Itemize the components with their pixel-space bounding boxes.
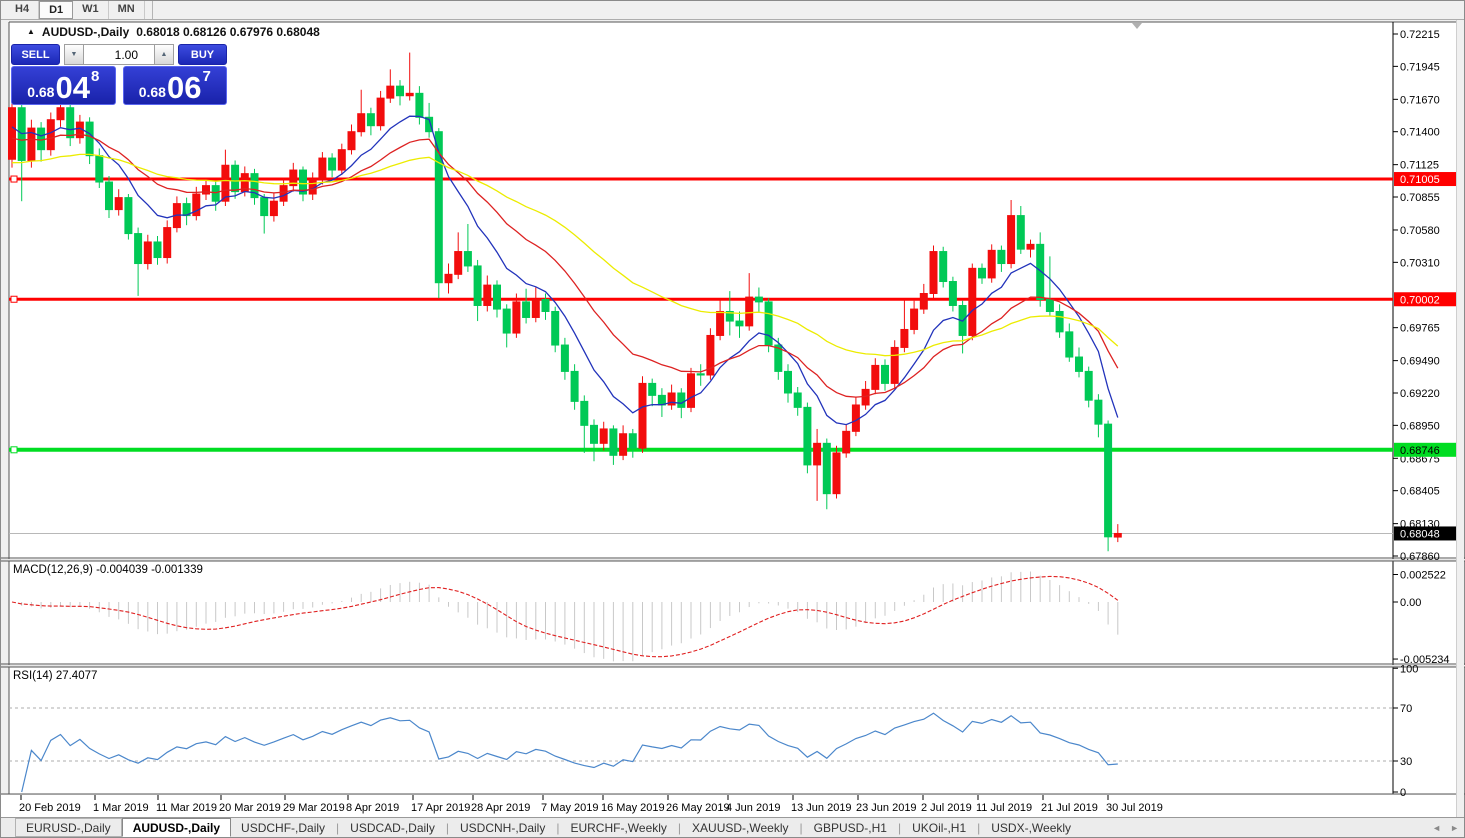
svg-text:0.71005: 0.71005: [1400, 174, 1440, 186]
buy-button[interactable]: BUY: [178, 44, 227, 65]
vertical-scroll-strip[interactable]: [1456, 20, 1464, 817]
svg-text:0.70580: 0.70580: [1400, 225, 1440, 237]
svg-text:0.71125: 0.71125: [1400, 160, 1439, 172]
rsi-label: RSI(14) 27.4077: [13, 670, 97, 682]
svg-text:30 Jul 2019: 30 Jul 2019: [1106, 802, 1163, 814]
tab-scroll-left-icon[interactable]: ◄: [1432, 823, 1441, 833]
tab-ukoil-h1[interactable]: UKOil-,H1: [902, 818, 976, 837]
svg-text:70: 70: [1400, 703, 1412, 715]
svg-text:11 Jul 2019: 11 Jul 2019: [976, 802, 1032, 814]
tab-xauusd-weekly[interactable]: XAUUSD-,Weekly: [682, 818, 798, 837]
svg-text:0.69220: 0.69220: [1400, 388, 1440, 400]
lot-increase-button[interactable]: ▲: [154, 44, 174, 65]
chart-title: ▲ AUDUSD-,Daily 0.68018 0.68126 0.67976 …: [27, 25, 320, 39]
svg-text:13 Jun 2019: 13 Jun 2019: [791, 802, 852, 814]
timeframe-button-mn[interactable]: MN: [109, 1, 145, 19]
tab-usdcnh-daily[interactable]: USDCNH-,Daily: [450, 818, 555, 837]
tab-usdx-weekly[interactable]: USDX-,Weekly: [981, 818, 1081, 837]
tab-usdcad-daily[interactable]: USDCAD-,Daily: [340, 818, 445, 837]
buy-price-prefix: 0.68: [139, 85, 166, 99]
tab-scroll-right-icon[interactable]: ►: [1450, 823, 1459, 833]
chart-tabbar: EURUSD-,DailyAUDUSD-,DailyUSDCHF-,Daily|…: [1, 817, 1464, 837]
svg-text:0.70855: 0.70855: [1400, 192, 1440, 204]
one-click-trading-panel: SELL ▼ 1.00 ▲ BUY 0.68 04 8 0.68 06 7: [11, 44, 227, 105]
svg-text:1 Mar 2019: 1 Mar 2019: [93, 802, 149, 814]
tab-scroll-arrows: ◄ ►: [1432, 818, 1459, 837]
svg-text:11 Mar 2019: 11 Mar 2019: [156, 802, 217, 814]
macd-label: MACD(12,26,9) -0.004039 -0.001339: [13, 564, 203, 576]
svg-text:26 May 2019: 26 May 2019: [666, 802, 730, 814]
timeframe-button-d1[interactable]: D1: [39, 1, 73, 19]
svg-text:0.002522: 0.002522: [1400, 570, 1446, 582]
timeframe-button-h4[interactable]: H4: [6, 1, 39, 19]
svg-text:0: 0: [1400, 787, 1406, 799]
chart-canvas[interactable]: 0.72215 0.71945 0.71670 0.71400 0.71125 0.708…: [1, 1, 1465, 838]
sell-price-display[interactable]: 0.68 04 8: [11, 66, 116, 105]
svg-text:100: 100: [1400, 663, 1418, 675]
svg-text:4 Jun 2019: 4 Jun 2019: [726, 802, 780, 814]
svg-text:30: 30: [1400, 756, 1412, 768]
svg-text:0.68746: 0.68746: [1400, 445, 1440, 457]
svg-text:20 Mar 2019: 20 Mar 2019: [219, 802, 281, 814]
timeframe-toolbar: H4D1W1MN: [1, 1, 1464, 20]
tab-eurchf-weekly[interactable]: EURCHF-,Weekly: [560, 818, 676, 837]
lot-size-field[interactable]: 1.00: [84, 44, 154, 65]
sell-button[interactable]: SELL: [11, 44, 60, 65]
sell-price-prefix: 0.68: [27, 85, 54, 99]
title-symbol: AUDUSD-,Daily: [42, 25, 129, 39]
svg-text:0.69490: 0.69490: [1400, 356, 1440, 368]
mt4-window: H4D1W1MN 0.722150.719450.716700.714000.7…: [0, 0, 1465, 838]
svg-text:0.71945: 0.71945: [1400, 61, 1440, 73]
buy-price-sup: 7: [202, 68, 210, 85]
svg-text:0.69765: 0.69765: [1400, 323, 1440, 335]
svg-text:21 Jul 2019: 21 Jul 2019: [1041, 802, 1098, 814]
triangle-up-icon: ▲: [27, 27, 35, 36]
toolbar-divider: [147, 1, 153, 19]
svg-text:0.71670: 0.71670: [1400, 94, 1440, 106]
lot-spinner: ▼ 1.00 ▲: [64, 44, 174, 65]
tab-gbpusd-h1[interactable]: GBPUSD-,H1: [804, 818, 897, 837]
svg-text:0.67860: 0.67860: [1400, 551, 1440, 563]
svg-text:0.00: 0.00: [1400, 597, 1421, 609]
title-ohlc: 0.68018 0.68126 0.67976 0.68048: [136, 25, 320, 39]
svg-text:0.68048: 0.68048: [1400, 528, 1440, 540]
svg-text:0.70310: 0.70310: [1400, 257, 1440, 269]
svg-text:7 May 2019: 7 May 2019: [541, 802, 598, 814]
svg-text:17 Apr 2019: 17 Apr 2019: [411, 802, 470, 814]
buy-price-display[interactable]: 0.68 06 7: [123, 66, 228, 105]
svg-text:0.72215: 0.72215: [1400, 29, 1440, 41]
svg-text:8 Apr 2019: 8 Apr 2019: [346, 802, 399, 814]
tab-usdchf-daily[interactable]: USDCHF-,Daily: [231, 818, 335, 837]
svg-text:2 Jul 2019: 2 Jul 2019: [921, 802, 972, 814]
lot-decrease-button[interactable]: ▼: [64, 44, 84, 65]
tab-eurusd-daily[interactable]: EURUSD-,Daily: [15, 818, 122, 837]
buy-price-big: 06: [167, 74, 201, 103]
svg-text:23 Jun 2019: 23 Jun 2019: [856, 802, 917, 814]
svg-text:29 Mar 2019: 29 Mar 2019: [283, 802, 345, 814]
sell-price-big: 04: [55, 74, 89, 103]
svg-text:20 Feb 2019: 20 Feb 2019: [19, 802, 81, 814]
timeframe-button-w1[interactable]: W1: [73, 1, 109, 19]
sell-price-sup: 8: [91, 68, 99, 85]
svg-text:0.71400: 0.71400: [1400, 127, 1440, 139]
svg-text:0.70002: 0.70002: [1400, 294, 1440, 306]
svg-text:16 May 2019: 16 May 2019: [601, 802, 665, 814]
svg-text:28 Apr 2019: 28 Apr 2019: [471, 802, 530, 814]
svg-text:0.68405: 0.68405: [1400, 486, 1440, 498]
tab-audusd-daily[interactable]: AUDUSD-,Daily: [122, 818, 231, 837]
svg-text:0.68950: 0.68950: [1400, 420, 1440, 432]
